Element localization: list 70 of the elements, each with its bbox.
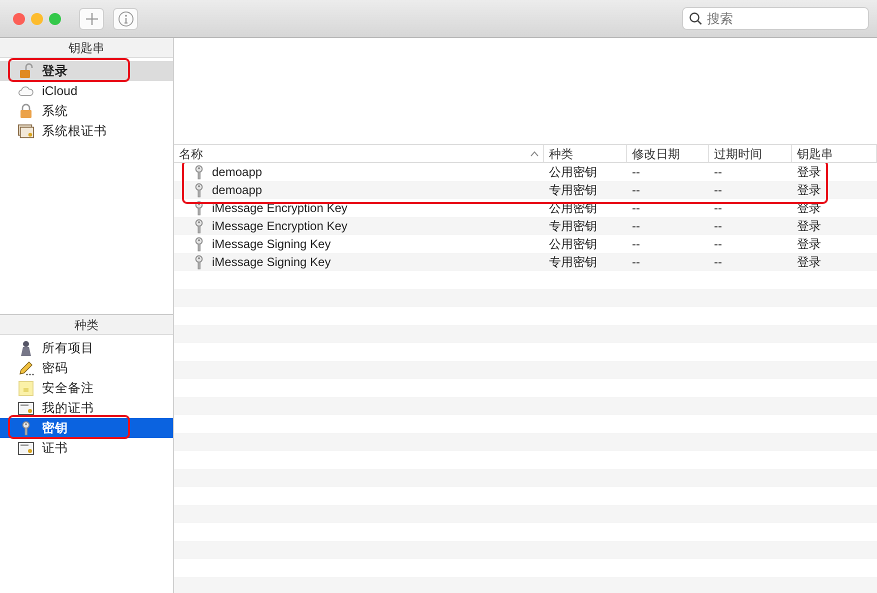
sidebar-item[interactable]: 登录: [0, 61, 173, 81]
section-header: 钥匙串: [0, 38, 173, 58]
note-icon: [18, 380, 34, 396]
table-cell-text: 登录: [796, 164, 822, 181]
table-cell-text: 专用密钥: [548, 182, 598, 199]
sidebar-item[interactable]: 证书: [0, 438, 173, 458]
table-cell-text: 专用密钥: [548, 254, 598, 271]
table-cell-text: 登录: [796, 218, 822, 235]
sidebar-item[interactable]: iCloud: [0, 81, 173, 101]
table-cell-text: iMessage Signing Key: [212, 236, 331, 253]
column-header: 过期时间: [714, 146, 763, 162]
info-button[interactable]: [113, 8, 138, 30]
column-header: 钥匙串: [797, 146, 834, 162]
search-field[interactable]: 搜索: [682, 7, 869, 30]
key-icon: [194, 254, 204, 270]
sidebar-item[interactable]: 系统根证书: [0, 121, 173, 141]
search-input[interactable]: 搜索: [705, 8, 855, 30]
section-header: 种类: [0, 315, 173, 335]
column-header: 修改日期: [632, 146, 681, 162]
key-icon: [194, 218, 204, 234]
table-cell-text: 登录: [796, 182, 822, 199]
plus-icon: [84, 12, 98, 26]
sidebar-item[interactable]: 安全备注: [0, 378, 173, 398]
table-cell-text: --: [631, 218, 641, 235]
table-cell-text: --: [713, 254, 723, 271]
table-cell-text: 专用密钥: [548, 218, 598, 235]
table-cell-text: iMessage Encryption Key: [212, 218, 348, 235]
search-icon: [689, 12, 702, 25]
table-cell-text: 登录: [796, 236, 822, 253]
sidebar-item[interactable]: 系统: [0, 101, 173, 121]
column-header: 种类: [549, 146, 574, 162]
sidebar-item[interactable]: 密码: [0, 358, 173, 378]
table-cell-text: demoapp: [212, 182, 262, 199]
table-cell-text: --: [631, 200, 641, 217]
table-cell-text: --: [631, 164, 641, 181]
table-cell-text: 登录: [796, 254, 822, 271]
table-cell-text: --: [631, 254, 641, 271]
add-button[interactable]: [79, 8, 104, 30]
column-header: 名称: [179, 146, 204, 162]
close-button[interactable]: [13, 12, 25, 24]
info-icon: [118, 10, 134, 26]
table-cell-text: --: [713, 218, 723, 235]
table-cell-text: --: [713, 182, 723, 199]
pencil-icon: [18, 360, 34, 376]
table-cell-text: demoapp: [212, 164, 262, 181]
table-cell-text: --: [631, 182, 641, 199]
table-cell-text: 公用密钥: [548, 164, 598, 181]
table-cell-text: iMessage Encryption Key: [212, 200, 348, 217]
key-icon: [194, 164, 204, 180]
sidebar-item[interactable]: 我的证书: [0, 398, 173, 418]
table-cell-text: --: [713, 200, 723, 217]
zoom-button[interactable]: [49, 12, 61, 24]
key-icon: [194, 182, 204, 198]
sidebar-item[interactable]: 所有项目: [0, 338, 173, 358]
table-cell-text: --: [713, 164, 723, 181]
key-icon: [194, 236, 204, 252]
person-icon: [18, 340, 34, 356]
table-cell-text: 公用密钥: [548, 236, 598, 253]
minimize-button[interactable]: [31, 12, 43, 24]
cloud-icon: [18, 85, 34, 97]
certificate-icon: [18, 402, 34, 414]
lock-icon: [18, 103, 34, 119]
open-lock-icon: [18, 63, 34, 79]
table-cell-text: iMessage Signing Key: [212, 254, 331, 271]
certificate-icon: [18, 442, 34, 454]
sidebar-item[interactable]: 密钥: [0, 418, 173, 438]
key-icon: [194, 200, 204, 216]
table-cell-text: --: [713, 236, 723, 253]
certificates-icon: [18, 124, 34, 138]
table-cell-text: --: [631, 236, 641, 253]
